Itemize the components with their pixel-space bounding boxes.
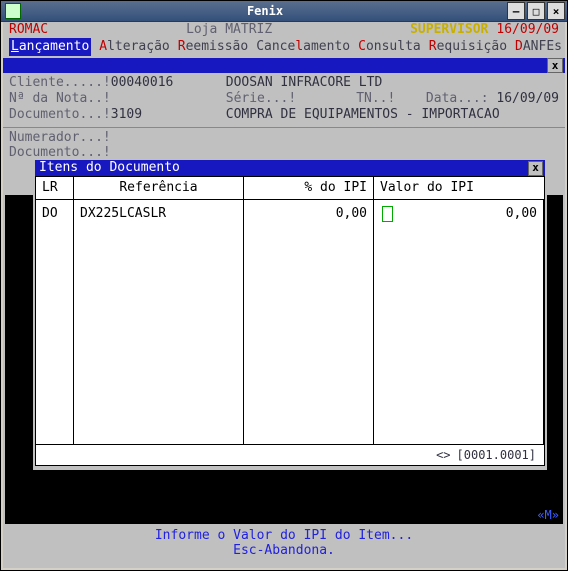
- data-value: 16/09/09: [496, 91, 559, 106]
- panel-close-icon[interactable]: x: [547, 58, 563, 73]
- cell-val[interactable]: 0,00: [374, 200, 544, 444]
- cliente-desc: DOOSAN INFRACORE LTD: [226, 75, 383, 91]
- cursor-icon: [382, 206, 393, 222]
- black-border-right: [547, 195, 563, 496]
- window-title: Fenix: [25, 4, 505, 18]
- cell-lr: DO: [36, 200, 74, 444]
- numerador-panel: Numerador...! Documento...!: [3, 128, 565, 160]
- titlebar[interactable]: Fenix – □ ×: [1, 1, 567, 22]
- data-label: Data...:: [426, 91, 489, 106]
- menu-reemissao[interactable]: Reemissão: [178, 38, 248, 56]
- maximize-button[interactable]: □: [527, 2, 545, 20]
- documento-desc: COMPRA DE EQUIPAMENTOS - IMPORTACAO: [226, 107, 500, 123]
- close-button[interactable]: ×: [547, 2, 565, 20]
- status-message: Informe o Valor do IPI do Item... Esc-Ab…: [3, 524, 565, 558]
- serie-label: Série...!: [226, 91, 296, 107]
- status-line2: Esc-Abandona.: [3, 543, 565, 558]
- app-icon: [5, 3, 21, 19]
- header-line: ROMAC Loja MATRIZ SUPERVISOR 16/09/09: [3, 22, 565, 38]
- documento2-label: Documento...!: [9, 145, 559, 160]
- status-line1: Informe o Valor do IPI do Item...: [3, 528, 565, 543]
- menu-alteracao[interactable]: Alteração: [99, 38, 169, 56]
- items-table: LR Referência % do IPI Valor do IPI DO D…: [35, 176, 545, 466]
- marker-m: «M»: [537, 508, 559, 522]
- items-titlebar: Itens do Documento x: [35, 160, 545, 176]
- table-footer: <> [0001.0001]: [36, 444, 544, 465]
- col-val: Valor do IPI: [374, 177, 544, 199]
- app-window: Fenix – □ × ROMAC Loja MATRIZ SUPERVISOR…: [0, 0, 568, 571]
- items-close-icon[interactable]: x: [528, 161, 543, 176]
- position-indicator: [0001.0001]: [457, 448, 536, 462]
- separator-bar: x: [3, 58, 565, 73]
- black-border-left: [5, 195, 33, 496]
- header-date: 16/09/09: [496, 22, 559, 38]
- info-panel: Cliente.....! 00040016 DOOSAN INFRACORE …: [3, 73, 565, 128]
- col-lr: LR: [36, 177, 74, 199]
- nota-label: Nª da Nota..!: [9, 91, 111, 107]
- minimize-button[interactable]: –: [507, 2, 525, 20]
- company-name: ROMAC: [9, 22, 48, 38]
- cell-ipi: 0,00: [244, 200, 374, 444]
- nota-value: [111, 91, 196, 107]
- tn-label: TN..!: [356, 91, 395, 107]
- menu-bar: Lançamento Alteração Reemissão Cancelame…: [3, 38, 565, 56]
- table-row[interactable]: DO DX225LCASLR 0,00 0,00: [36, 200, 544, 444]
- nav-arrows[interactable]: <>: [436, 448, 450, 462]
- menu-cancelamento[interactable]: Cancelamento: [256, 38, 350, 56]
- documento-value: 3109: [111, 107, 196, 123]
- items-title: Itens do Documento: [35, 160, 180, 176]
- cell-ref: DX225LCASLR: [74, 200, 244, 444]
- table-header: LR Referência % do IPI Valor do IPI: [36, 177, 544, 200]
- col-ref: Referência: [74, 177, 244, 199]
- cliente-label: Cliente.....!: [9, 75, 111, 91]
- menu-requisicao[interactable]: Requisição: [429, 38, 507, 56]
- menu-lancamento[interactable]: Lançamento: [9, 38, 91, 56]
- documento-label: Documento...!: [9, 107, 111, 123]
- user-role: SUPERVISOR: [410, 22, 488, 38]
- numerador-label: Numerador...!: [9, 130, 559, 145]
- menu-danfes[interactable]: DANFEs: [515, 38, 562, 56]
- black-strip: «M»: [5, 470, 563, 524]
- menu-consulta[interactable]: Consulta: [358, 38, 421, 56]
- store-name: Loja MATRIZ: [186, 22, 272, 38]
- cliente-value: 00040016: [111, 75, 196, 91]
- col-ipi: % do IPI: [244, 177, 374, 199]
- app-body: ROMAC Loja MATRIZ SUPERVISOR 16/09/09 La…: [3, 22, 565, 568]
